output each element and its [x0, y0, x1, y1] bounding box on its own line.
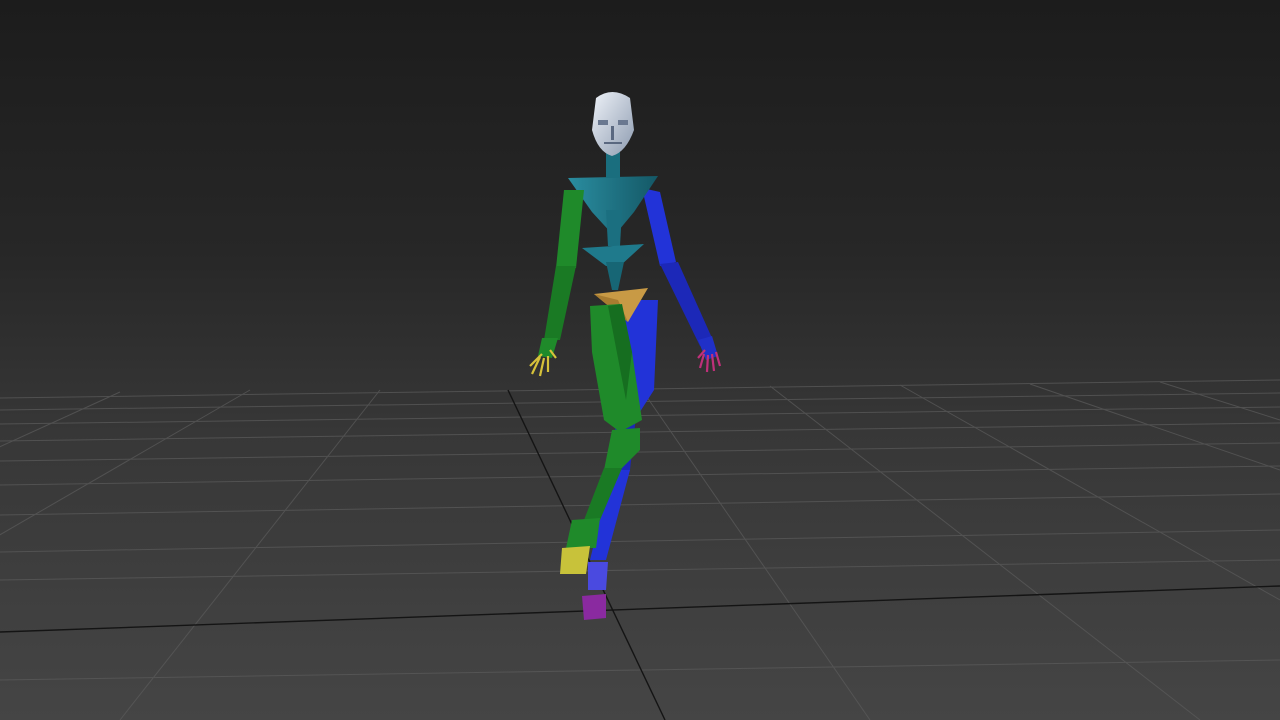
3d-viewport[interactable]: [0, 0, 1280, 720]
neck[interactable]: [606, 152, 620, 178]
viewport-canvas[interactable]: [0, 0, 1280, 720]
left-foot[interactable]: [560, 546, 590, 574]
right-foot[interactable]: [582, 594, 606, 620]
head[interactable]: [592, 92, 634, 156]
left-arm[interactable]: [538, 190, 584, 358]
